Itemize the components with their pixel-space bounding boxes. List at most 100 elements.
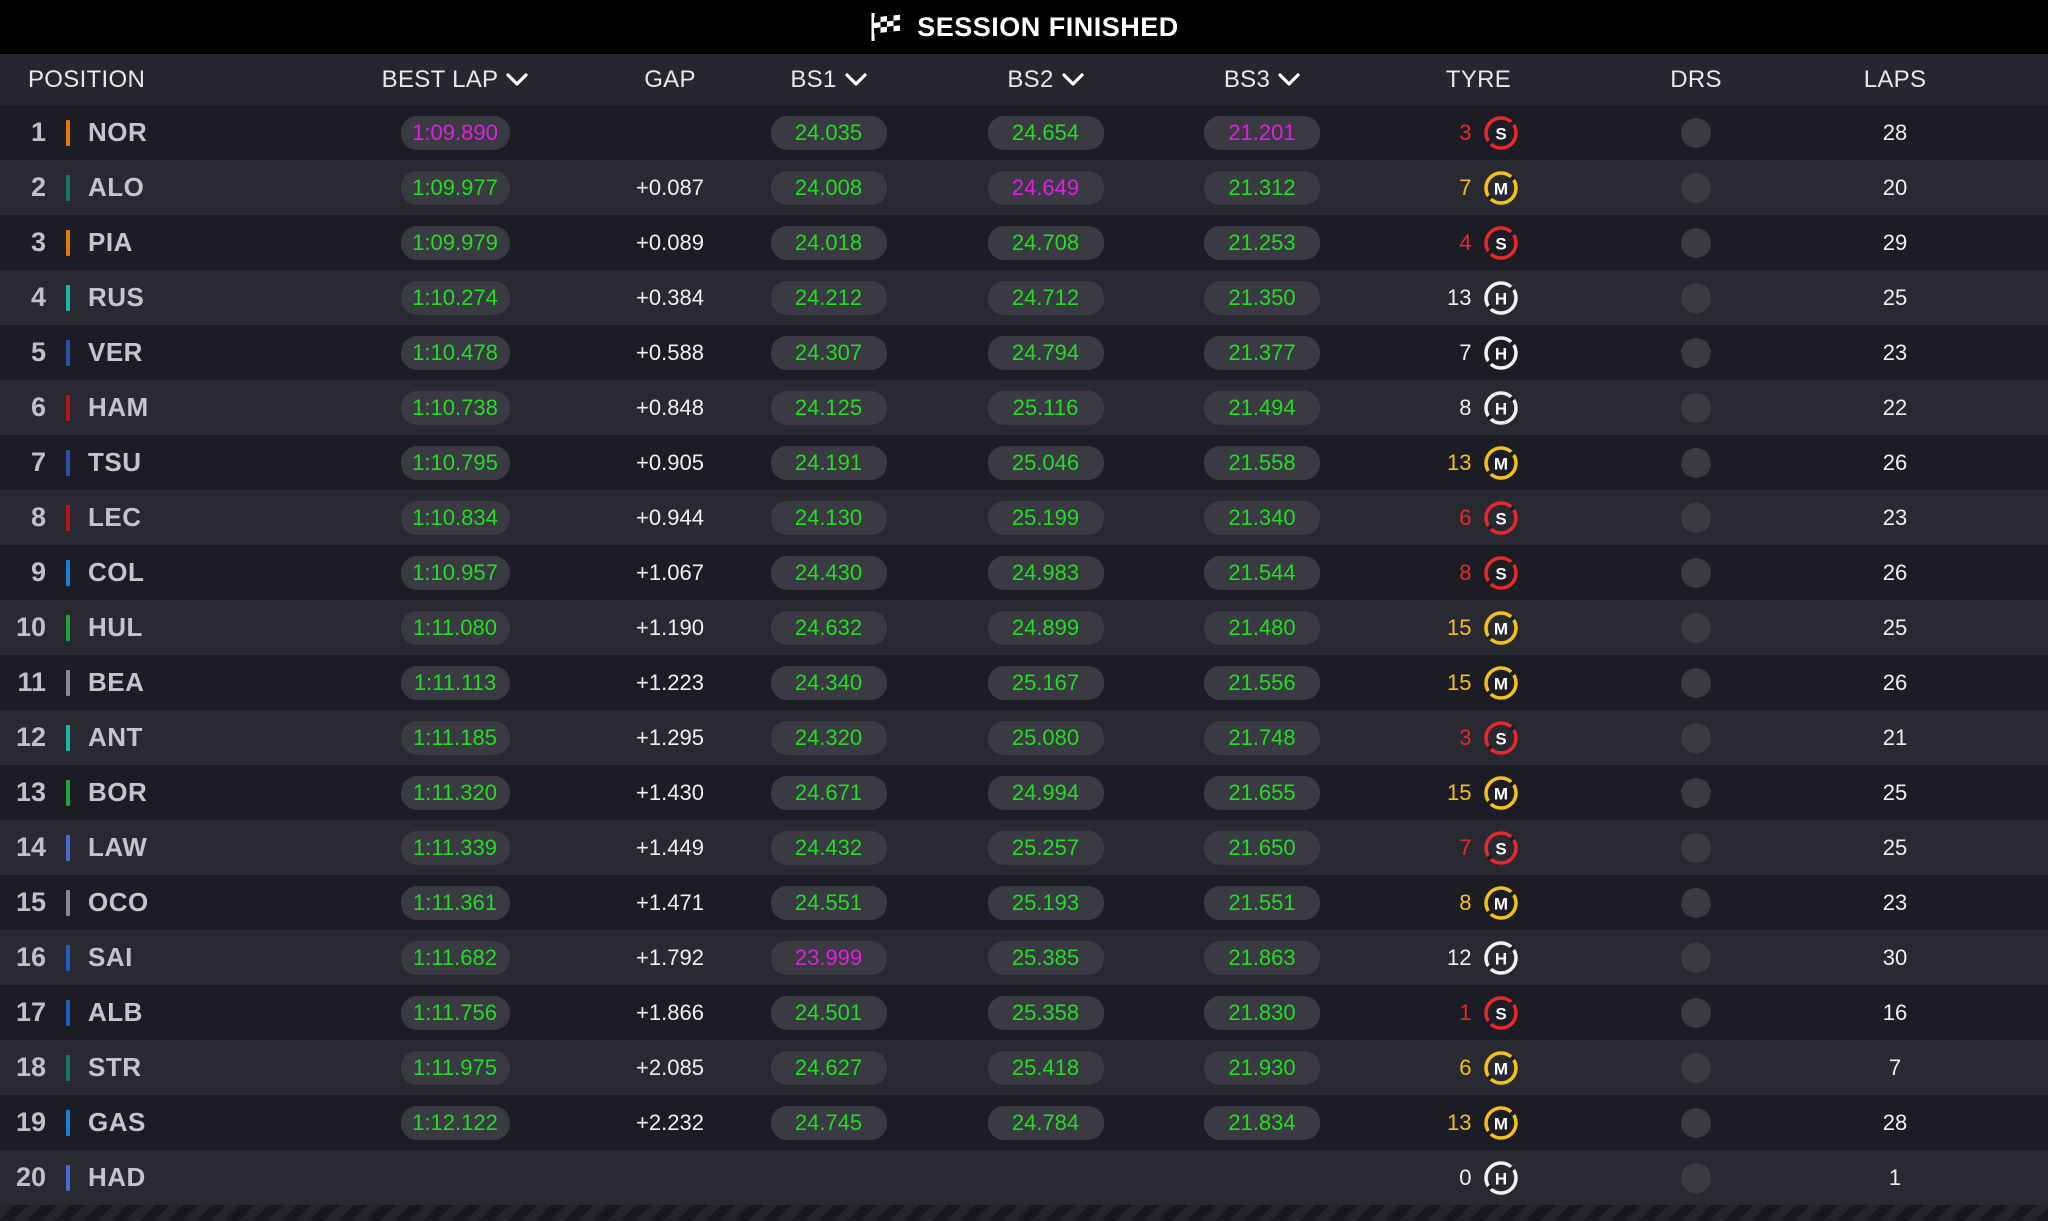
table-row[interactable]: 13 BOR 1:11.320 +1.430 24.671 24.994 21.655 15 M…	[0, 765, 2048, 820]
bs2-cell: 25.418	[937, 1040, 1154, 1095]
table-row[interactable]: 1 NOR 1:09.890 24.035 24.654 21.201 3 S 28	[0, 105, 2048, 160]
table-row[interactable]: 12 ANT 1:11.185 +1.295 24.320 25.080 21.748 3 S 2…	[0, 710, 2048, 765]
drs-cell	[1587, 215, 1805, 270]
position-number: 9	[30, 557, 46, 587]
bs3-cell: 21.558	[1154, 435, 1370, 490]
position-cell: 8 LEC	[0, 490, 290, 545]
laps-cell: 25	[1805, 765, 1985, 820]
team-color-bar	[66, 1109, 70, 1136]
laps-value: 1	[1888, 1164, 1902, 1190]
bs1-cell: 24.632	[720, 600, 937, 655]
tyre-cell: 7M	[1370, 160, 1587, 215]
chevron-down-icon	[845, 72, 867, 86]
table-row[interactable]: 5 VER 1:10.478 +0.588 24.307 24.794 21.377 7 H 23	[0, 325, 2048, 380]
table-row[interactable]: 15 OCO 1:11.361 +1.471 24.551 25.193 21.551 8 M 2…	[0, 875, 2048, 930]
tyre-compound-icon: M	[1482, 884, 1520, 922]
gap-value: +1.792	[636, 944, 704, 970]
table-row[interactable]: 16 SAI 1:11.682 +1.792 23.999 25.385 21.863 12 H…	[0, 930, 2048, 985]
position-number: 5	[30, 337, 46, 367]
table-row[interactable]: 4 RUS 1:10.274 +0.384 24.212 24.712 21.350 13 H 2…	[0, 270, 2048, 325]
svg-text:S: S	[1495, 729, 1506, 748]
svg-text:S: S	[1495, 509, 1506, 528]
table-row[interactable]: 11 BEA 1:11.113 +1.223 24.340 25.167 21.556 15 M…	[0, 655, 2048, 710]
gap-value: +0.944	[636, 504, 704, 530]
table-row[interactable]: 7 TSU 1:10.795 +0.905 24.191 25.046 21.558 13 M 2…	[0, 435, 2048, 490]
tyre-laps: 13	[1447, 449, 1472, 475]
bs3-time: 21.350	[1204, 280, 1320, 315]
header-position: POSITION	[0, 54, 290, 105]
table-row[interactable]: 2 ALO 1:09.977 +0.087 24.008 24.649 21.312 7 M 20	[0, 160, 2048, 215]
bs3-cell: 21.340	[1154, 490, 1370, 545]
bs2-time: 25.046	[987, 445, 1104, 480]
laps-cell: 16	[1805, 985, 1985, 1040]
tyre-laps: 0	[1459, 1164, 1472, 1190]
bs2-cell: 24.794	[937, 325, 1154, 380]
position-number: 4	[30, 282, 46, 312]
header-bs2[interactable]: BS2	[937, 54, 1154, 105]
timing-table-body: 1 NOR 1:09.890 24.035 24.654 21.201 3 S 28 2 ALO 1:…	[0, 105, 2048, 1205]
drs-indicator	[1681, 942, 1711, 973]
drs-cell	[1587, 270, 1805, 325]
table-row[interactable]: 6 HAM 1:10.738 +0.848 24.125 25.116 21.494 8 H 22	[0, 380, 2048, 435]
position-number: 13	[15, 777, 46, 807]
position-number: 12	[15, 722, 46, 752]
header-gap-label: GAP	[644, 65, 696, 93]
laps-value: 23	[1882, 339, 1908, 365]
header-bs3[interactable]: BS3	[1154, 54, 1370, 105]
table-row[interactable]: 3 PIA 1:09.979 +0.089 24.018 24.708 21.253 4 S 29	[0, 215, 2048, 270]
driver-code: LAW	[88, 832, 148, 862]
best-lap-cell: 1:11.339	[290, 820, 620, 875]
bs3-cell: 21.748	[1154, 710, 1370, 765]
laps-value: 16	[1882, 999, 1908, 1025]
tyre-laps: 15	[1447, 614, 1472, 640]
tyre-compound-icon: M	[1482, 1049, 1520, 1087]
best-lap-time: 1:10.957	[400, 555, 510, 590]
driver-code: HAD	[88, 1162, 146, 1192]
tyre-compound-icon: S	[1482, 994, 1520, 1032]
table-row[interactable]: 14 LAW 1:11.339 +1.449 24.432 25.257 21.650 7 S 2…	[0, 820, 2048, 875]
position-cell: 11 BEA	[0, 655, 290, 710]
bs2-cell: 25.193	[937, 875, 1154, 930]
table-row[interactable]: 10 HUL 1:11.080 +1.190 24.632 24.899 21.480 15 M…	[0, 600, 2048, 655]
best-lap-time: 1:11.185	[400, 720, 510, 755]
gap-cell: +1.792	[620, 930, 720, 985]
best-lap-time: 1:10.274	[400, 280, 510, 315]
bs1-time: 23.999	[770, 940, 887, 975]
team-color-bar	[66, 1164, 70, 1191]
position-number: 15	[15, 887, 46, 917]
position-cell: 3 PIA	[0, 215, 290, 270]
laps-cell: 23	[1805, 490, 1985, 545]
bs2-time: 24.794	[987, 335, 1104, 370]
position-number: 18	[15, 1052, 46, 1082]
table-row[interactable]: 9 COL 1:10.957 +1.067 24.430 24.983 21.544 8 S 26	[0, 545, 2048, 600]
gap-cell: +1.430	[620, 765, 720, 820]
drs-cell	[1587, 710, 1805, 765]
bs2-cell: 25.116	[937, 380, 1154, 435]
tyre-laps: 1	[1459, 999, 1472, 1025]
header-best-lap[interactable]: BEST LAP	[290, 54, 620, 105]
table-row[interactable]: 8 LEC 1:10.834 +0.944 24.130 25.199 21.340 6 S 23	[0, 490, 2048, 545]
tyre-laps: 15	[1447, 779, 1472, 805]
tyre-cell: 12 H	[1370, 930, 1587, 985]
gap-value: +1.449	[636, 834, 704, 860]
bs2-cell: 24.784	[937, 1095, 1154, 1150]
driver-code: PIA	[88, 227, 133, 257]
table-row[interactable]: 18 STR 1:11.975 +2.085 24.627 25.418 21.930 6 M 7	[0, 1040, 2048, 1095]
table-row[interactable]: 20 HAD 0 H 1	[0, 1150, 2048, 1205]
bs2-time: 25.199	[987, 500, 1104, 535]
drs-cell	[1587, 105, 1805, 160]
gap-value: +1.190	[636, 614, 704, 640]
best-lap-cell: 1:09.979	[290, 215, 620, 270]
best-lap-cell: 1:11.113	[290, 655, 620, 710]
bs3-cell: 21.253	[1154, 215, 1370, 270]
table-row[interactable]: 19 GAS 1:12.122 +2.232 24.745 24.784 21.834 13 M…	[0, 1095, 2048, 1150]
best-lap-time: 1:10.834	[400, 500, 510, 535]
drs-cell	[1587, 600, 1805, 655]
bs2-cell: 24.649	[937, 160, 1154, 215]
header-bs1[interactable]: BS1	[720, 54, 937, 105]
drs-cell	[1587, 160, 1805, 215]
table-header: POSITION BEST LAP GAP BS1 BS2 BS3 TYRE D…	[0, 54, 2048, 105]
driver-code: COL	[88, 557, 145, 587]
table-row[interactable]: 17 ALB 1:11.756 +1.866 24.501 25.358 21.830 1 S 1…	[0, 985, 2048, 1040]
best-lap-time: 1:10.738	[400, 390, 510, 425]
